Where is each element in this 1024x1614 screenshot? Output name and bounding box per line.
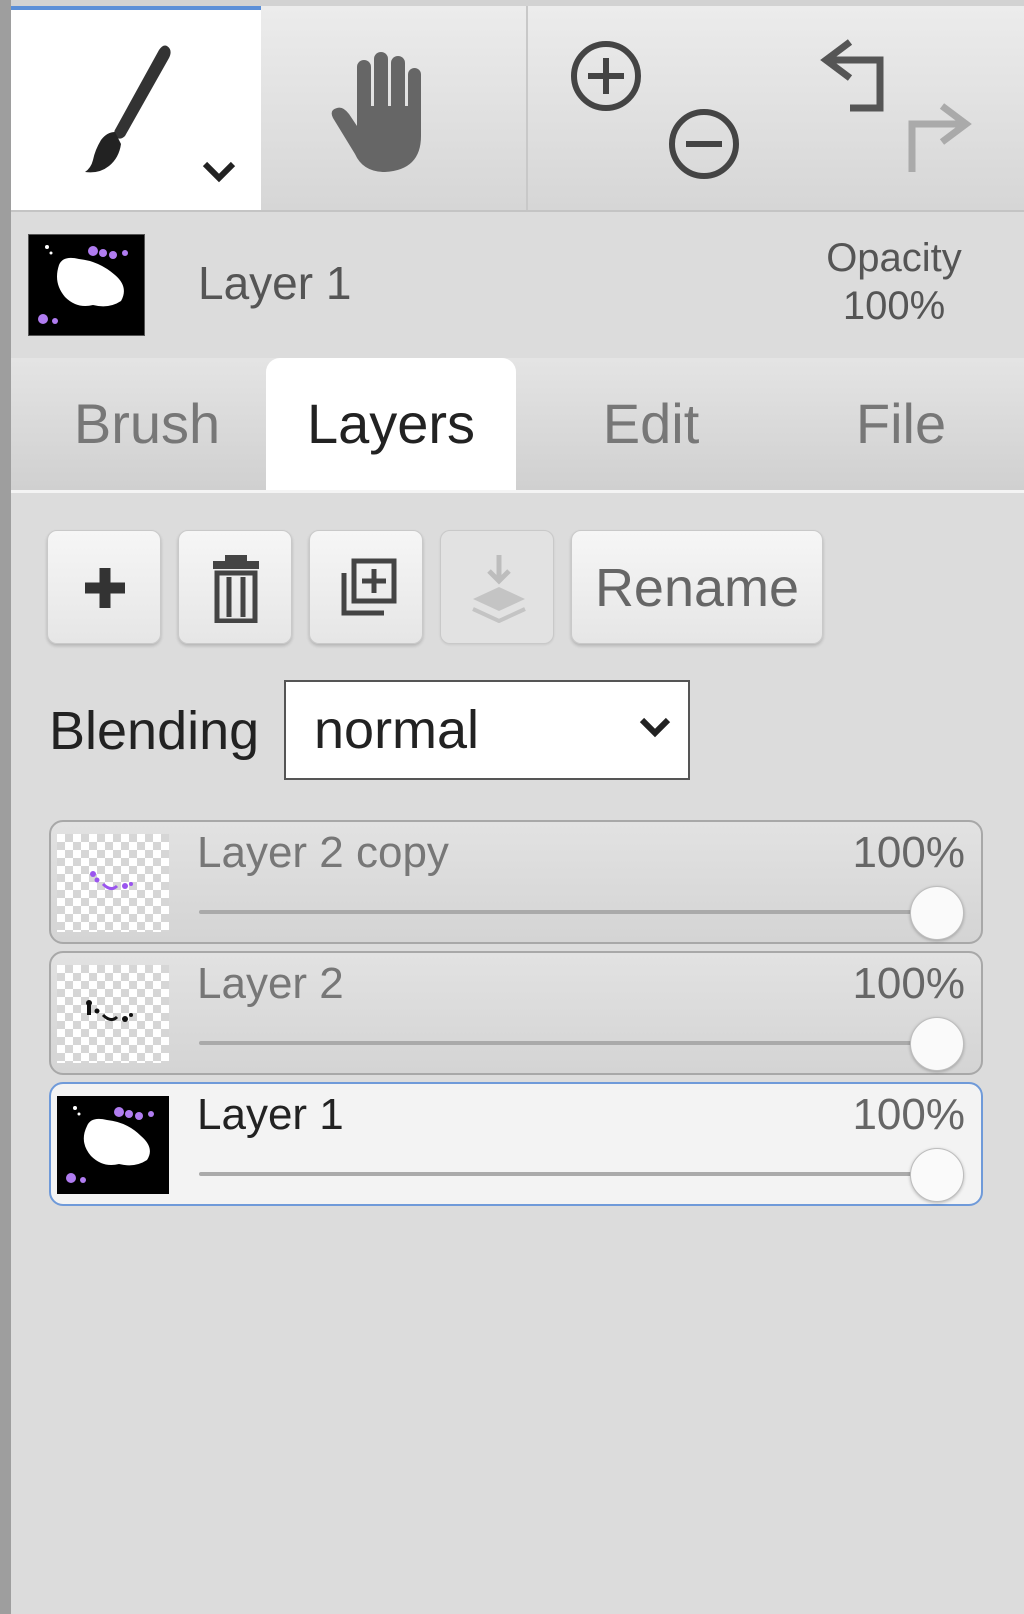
plus-icon (85, 568, 125, 608)
rename-label: Rename (594, 558, 800, 618)
merge-down-button[interactable] (440, 530, 554, 644)
paintbrush-icon (85, 45, 171, 173)
zoom-out-icon (669, 109, 739, 179)
current-layer-name: Layer 1 (198, 257, 352, 309)
opacity-value: 100% (842, 284, 946, 328)
toolbar (11, 6, 1024, 212)
layer-thumbnail (57, 965, 169, 1063)
hand-tool-button[interactable] (261, 6, 528, 210)
current-layer-header: Layer 1 Opacity 100% (11, 212, 1024, 358)
tab-brush[interactable]: Brush (27, 358, 267, 490)
chevron-down-icon (202, 161, 236, 183)
add-layer-button[interactable] (47, 530, 161, 644)
blending-value: normal (314, 700, 480, 760)
current-layer-opacity: Opacity 100% (804, 234, 984, 330)
layer-thumbnail (57, 1096, 169, 1194)
layer-name: Layer 2 copy (197, 828, 449, 877)
layer-opacity-value: 100% (852, 959, 965, 1008)
panel-tabs: Brush Layers Edit File (11, 358, 1024, 493)
brush-tool-button[interactable] (11, 6, 261, 210)
layer-opacity-value: 100% (852, 828, 965, 877)
layer-name: Layer 2 (197, 959, 344, 1008)
layer-row-layer-2-copy[interactable]: Layer 2 copy 100% (49, 820, 983, 944)
layer-row-layer-2[interactable]: Layer 2 100% (49, 951, 983, 1075)
tab-edit[interactable]: Edit (531, 358, 771, 490)
redo-icon (908, 103, 972, 172)
blending-label: Blending (49, 701, 260, 761)
opacity-slider-knob[interactable] (910, 1148, 964, 1202)
layer-thumbnail (57, 834, 169, 932)
opacity-slider-track[interactable] (199, 910, 937, 914)
opacity-slider-knob[interactable] (910, 1017, 964, 1071)
merge-down-icon (472, 555, 526, 623)
chevron-down-icon (639, 717, 671, 738)
tab-file[interactable]: File (781, 358, 1021, 490)
zoom-tool-button[interactable] (528, 6, 778, 210)
trash-icon (213, 555, 259, 623)
opacity-label: Opacity (826, 236, 962, 280)
opacity-slider-track[interactable] (199, 1041, 937, 1045)
opacity-slider-knob[interactable] (910, 886, 964, 940)
duplicate-icon (341, 558, 397, 616)
current-layer-thumbnail (28, 234, 145, 336)
layer-row-layer-1[interactable]: Layer 1 100% (49, 1082, 983, 1206)
opacity-slider-track[interactable] (199, 1172, 937, 1176)
tab-layers[interactable]: Layers (266, 358, 516, 490)
duplicate-layer-button[interactable] (309, 530, 423, 644)
history-tool-button[interactable] (778, 6, 1024, 210)
undo-icon (820, 39, 884, 112)
hand-icon (331, 52, 421, 172)
zoom-in-icon (571, 41, 641, 111)
layer-name: Layer 1 (197, 1090, 344, 1139)
layer-opacity-value: 100% (852, 1090, 965, 1139)
blending-select[interactable]: normal (284, 680, 690, 780)
left-border (0, 0, 11, 1614)
rename-layer-button[interactable]: Rename (571, 530, 823, 644)
delete-layer-button[interactable] (178, 530, 292, 644)
